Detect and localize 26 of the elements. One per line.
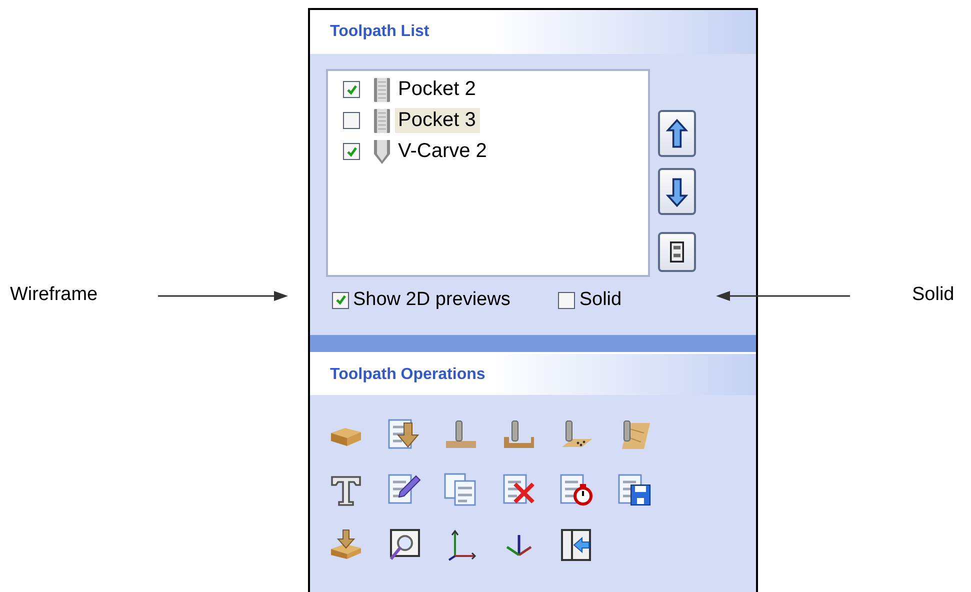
move-down-button[interactable] bbox=[658, 168, 696, 215]
section-title: Toolpath List bbox=[330, 23, 430, 41]
checkbox[interactable] bbox=[343, 143, 360, 160]
v-bit-icon bbox=[373, 140, 391, 164]
checkbox[interactable] bbox=[343, 112, 360, 129]
cabinet-button[interactable] bbox=[658, 232, 696, 272]
checkbox-label[interactable]: Solid bbox=[579, 289, 622, 311]
annotation-label: Wireframe bbox=[10, 284, 98, 305]
section-title: Toolpath Operations bbox=[330, 366, 486, 384]
annotation-label: Solid bbox=[912, 284, 954, 305]
document-timer-icon[interactable] bbox=[558, 472, 594, 508]
end-mill-icon bbox=[373, 108, 391, 132]
end-mill-icon bbox=[373, 78, 391, 102]
checkbox[interactable] bbox=[332, 292, 349, 308]
checkbox[interactable] bbox=[343, 81, 360, 98]
document-floppy-icon[interactable] bbox=[616, 472, 652, 508]
checkbox[interactable] bbox=[558, 292, 576, 308]
toolpath-item[interactable]: Pocket 2 bbox=[395, 77, 480, 102]
checkbox-label[interactable]: Show 2D previews bbox=[353, 289, 510, 311]
toolpath-item[interactable]: V-Carve 2 bbox=[395, 139, 491, 164]
documents-icon[interactable] bbox=[443, 472, 479, 508]
move-up-button[interactable] bbox=[658, 110, 696, 157]
cabinet-icon bbox=[670, 241, 684, 263]
arrow-up-icon bbox=[666, 118, 688, 150]
toolpath-item[interactable]: Pocket 3 bbox=[395, 108, 480, 133]
arrow-down-icon bbox=[666, 176, 688, 208]
